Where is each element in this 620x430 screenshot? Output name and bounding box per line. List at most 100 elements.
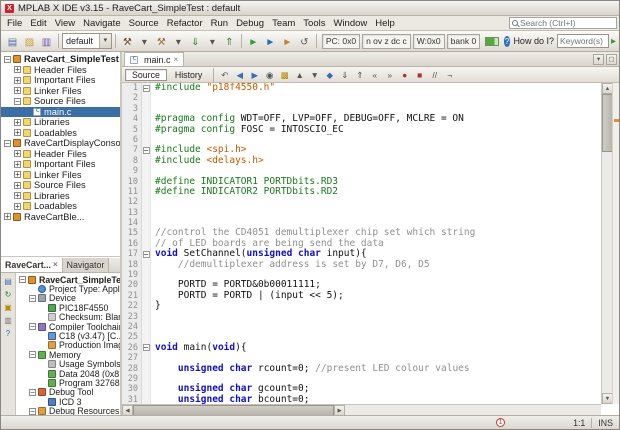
line-number[interactable]: 23: [122, 311, 142, 322]
warning-mark[interactable]: [614, 119, 619, 122]
code-line[interactable]: 1− #include "p18f4550.h": [122, 83, 601, 94]
line-number[interactable]: 27: [122, 353, 142, 364]
tree-item[interactable]: Checksum: Blan...: [16, 313, 120, 322]
code-line[interactable]: 13: [122, 207, 601, 219]
line-number[interactable]: 13: [122, 207, 142, 219]
next-bookmark-icon[interactable]: ⇓: [338, 68, 351, 81]
line-number[interactable]: 3: [122, 103, 142, 115]
collapse-toggle-icon[interactable]: −: [29, 407, 36, 415]
debug-project-icon[interactable]: ►: [263, 34, 278, 49]
dashboard-properties-icon[interactable]: ▤: [2, 275, 14, 287]
menu-run[interactable]: Run: [207, 18, 232, 29]
clean-build-icon[interactable]: ⚒: [154, 34, 169, 49]
start-macro-icon[interactable]: ●: [398, 68, 411, 81]
fold-collapse-icon[interactable]: −: [142, 84, 150, 92]
dashboard-refresh-icon[interactable]: ↻: [2, 288, 14, 300]
tree-item[interactable]: + Loadables: [1, 201, 120, 212]
menu-tools[interactable]: Tools: [299, 18, 329, 29]
help-icon[interactable]: ?: [503, 35, 511, 47]
dashboard-report-icon[interactable]: ▥: [2, 314, 14, 326]
toggle-bookmark-icon[interactable]: ◆: [323, 68, 336, 81]
expand-toggle-icon[interactable]: +: [14, 118, 21, 126]
line-number[interactable]: 15: [122, 228, 142, 239]
line-number[interactable]: 10: [122, 176, 142, 187]
code-line[interactable]: 28 unsigned char rcount=0; //present LED…: [122, 363, 601, 374]
tree-item[interactable]: − Compiler Toolchain: [16, 322, 120, 331]
line-number[interactable]: 24: [122, 321, 142, 333]
collapse-toggle-icon[interactable]: −: [14, 97, 21, 105]
expand-toggle-icon[interactable]: +: [14, 160, 21, 168]
tree-item[interactable]: ICD 3: [16, 397, 120, 406]
line-number[interactable]: 6: [122, 134, 142, 146]
save-all-icon[interactable]: ▥: [39, 34, 54, 49]
forward-icon[interactable]: ▶: [248, 68, 261, 81]
tree-item[interactable]: + RaveCartBle...: [1, 212, 120, 223]
tree-item[interactable]: + Linker Files: [1, 86, 120, 97]
error-stripe[interactable]: [612, 83, 619, 404]
code-line[interactable]: 24: [122, 321, 601, 333]
line-number[interactable]: 30: [122, 384, 142, 395]
expand-toggle-icon[interactable]: +: [14, 171, 21, 179]
tree-item[interactable]: Usage Symbols o...: [16, 360, 120, 369]
line-number[interactable]: 22: [122, 301, 142, 312]
tree-item[interactable]: Program 32768...: [16, 378, 120, 388]
menu-file[interactable]: File: [3, 18, 26, 29]
fold-toggle[interactable]: −: [142, 249, 151, 260]
previous-bookmark-icon[interactable]: ⇑: [353, 68, 366, 81]
collapse-toggle-icon[interactable]: −: [29, 351, 36, 359]
fold-toggle[interactable]: −: [142, 342, 151, 354]
tree-item[interactable]: + Source Files: [1, 180, 120, 191]
notification-badge[interactable]: 1: [496, 418, 506, 427]
line-number[interactable]: 17: [122, 249, 142, 260]
new-file-icon[interactable]: ▤: [5, 34, 20, 49]
fold-toggle[interactable]: −: [142, 145, 151, 156]
read-device-memory-icon[interactable]: ⇑: [222, 34, 237, 49]
highlight-matches-icon[interactable]: ▩: [278, 68, 291, 81]
program-run-icon[interactable]: ►: [280, 34, 295, 49]
line-number[interactable]: 28: [122, 363, 142, 374]
keyword-go-icon[interactable]: ▸: [611, 36, 616, 47]
expand-toggle-icon[interactable]: +: [4, 213, 11, 221]
code-line[interactable]: 23: [122, 311, 601, 322]
code-line[interactable]: 12: [122, 197, 601, 208]
tree-item[interactable]: + Important Files: [1, 75, 120, 86]
tree-item[interactable]: main.c: [1, 106, 120, 117]
menu-edit[interactable]: Edit: [26, 18, 50, 29]
line-number[interactable]: 12: [122, 197, 142, 208]
vertical-scrollbar[interactable]: ▲ ▼: [601, 83, 613, 404]
quick-search-box[interactable]: [509, 17, 617, 29]
line-number[interactable]: 2: [122, 93, 142, 104]
menu-debug[interactable]: Debug: [232, 18, 268, 29]
code-editor[interactable]: 1− #include "p18f4550.h" 2 3 4 #pragma config…: [122, 83, 619, 404]
code-line[interactable]: 8 #include <delays.h>: [122, 155, 601, 167]
fold-collapse-icon[interactable]: −: [142, 344, 150, 352]
previous-occurrence-icon[interactable]: ▲: [293, 68, 306, 81]
tree-item[interactable]: + Important Files: [1, 159, 120, 170]
tab-list-icon[interactable]: ▾: [593, 54, 604, 65]
tree-item[interactable]: − RaveCartDisplayConsole: [1, 138, 120, 149]
expand-toggle-icon[interactable]: +: [14, 192, 21, 200]
shift-line-left-icon[interactable]: «: [368, 68, 381, 81]
dashboard-window-icon[interactable]: ▣: [2, 301, 14, 313]
title-bar[interactable]: X MPLAB X IDE v3.15 - RaveCart_SimpleTes…: [1, 1, 619, 16]
horizontal-scrollbar[interactable]: ◀ ▶: [122, 404, 601, 416]
line-number[interactable]: 14: [122, 218, 142, 229]
collapse-toggle-icon[interactable]: −: [29, 294, 36, 302]
code-line[interactable]: 2: [122, 93, 601, 104]
open-project-icon[interactable]: ▨: [22, 34, 37, 49]
expand-toggle-icon[interactable]: +: [14, 202, 21, 210]
uncomment-icon[interactable]: ¬: [443, 68, 456, 81]
maximize-icon[interactable]: ▢: [606, 54, 617, 65]
collapse-toggle-icon[interactable]: −: [4, 55, 11, 63]
back-icon[interactable]: ◀: [233, 68, 246, 81]
stop-macro-icon[interactable]: ■: [413, 68, 426, 81]
tree-item[interactable]: Data 2048 (0x8...: [16, 369, 120, 378]
line-number[interactable]: 20: [122, 280, 142, 291]
tree-item[interactable]: C18 (v3.47) [C...: [16, 331, 120, 341]
tree-item[interactable]: − Device: [16, 294, 120, 303]
tree-item[interactable]: − Debug Tool: [16, 388, 120, 397]
quick-search-input[interactable]: [520, 18, 614, 28]
tree-item[interactable]: − Source Files: [1, 96, 120, 107]
line-number[interactable]: 1: [122, 83, 142, 94]
collapse-toggle-icon[interactable]: −: [29, 323, 36, 331]
